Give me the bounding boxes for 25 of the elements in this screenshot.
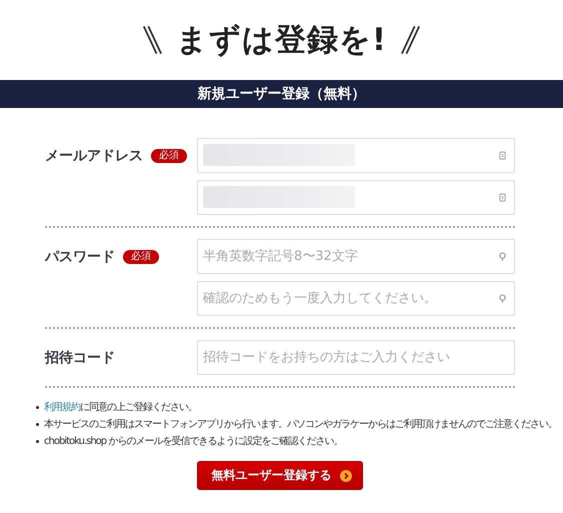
bullet-icon bbox=[36, 423, 39, 426]
field-label: 招待コード bbox=[45, 348, 115, 366]
field-label: メールアドレス bbox=[45, 146, 143, 164]
double-slash-icon bbox=[401, 24, 422, 56]
card-icon bbox=[499, 193, 506, 202]
note-text: 利用規約に同意の上ご登録ください。 bbox=[44, 402, 197, 413]
key-icon bbox=[499, 294, 506, 303]
card-icon bbox=[499, 151, 506, 160]
section-banner: 新規ユーザー登録（無料） bbox=[0, 80, 563, 108]
required-badge: 必須 bbox=[123, 250, 159, 264]
input-field[interactable]: 確認のためもう一度入力してください。 bbox=[197, 281, 515, 316]
input-field[interactable]: 半角英数字記号8〜32文字 bbox=[197, 239, 515, 274]
bullet-icon bbox=[36, 406, 39, 409]
note-text: 本サービスのご利用はスマートフォンアプリから行います。パソコンやガラケーからはご利用頂けませんのでご注意ください。 bbox=[44, 419, 557, 430]
note-text: chobitoku.shop からのメールを受信できるように設定をご確認ください。 bbox=[44, 436, 342, 447]
bullet-icon bbox=[36, 440, 39, 443]
terms-link[interactable]: 利用規約 bbox=[44, 402, 80, 413]
required-badge: 必須 bbox=[151, 148, 187, 162]
double-slash-icon bbox=[142, 24, 162, 56]
input-field[interactable]: 招待コードをお持ちの方はご入力ください bbox=[197, 340, 515, 375]
page-heading: まずは登録を! bbox=[176, 21, 388, 60]
key-icon bbox=[499, 252, 506, 261]
register-button[interactable]: 無料ユーザー登録する bbox=[196, 461, 362, 490]
chevron-icon bbox=[340, 470, 352, 482]
field-label: パスワード bbox=[45, 248, 115, 266]
